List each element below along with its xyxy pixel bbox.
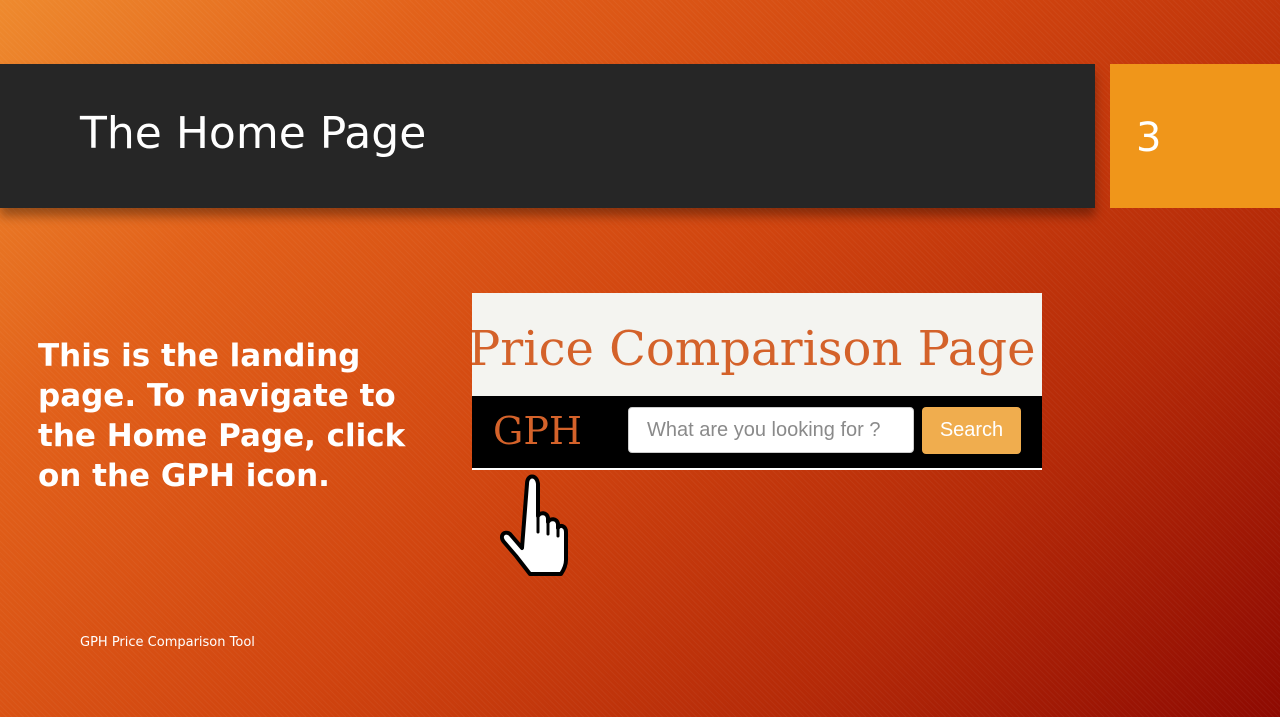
- search-input[interactable]: [628, 407, 914, 453]
- gph-home-link[interactable]: GPH: [493, 407, 582, 455]
- website-screenshot: Price Comparison Page GPH Search: [472, 293, 1042, 470]
- slide-body-text: This is the landing page. To navigate to…: [38, 338, 406, 494]
- hand-pointer-icon: [499, 474, 568, 576]
- slide-title: The Home Page: [80, 108, 427, 159]
- slide-number: 3: [1136, 115, 1162, 161]
- site-heading: Price Comparison Page: [472, 321, 1036, 377]
- search-button[interactable]: Search: [922, 407, 1021, 454]
- slide-footer: GPH Price Comparison Tool: [80, 635, 255, 650]
